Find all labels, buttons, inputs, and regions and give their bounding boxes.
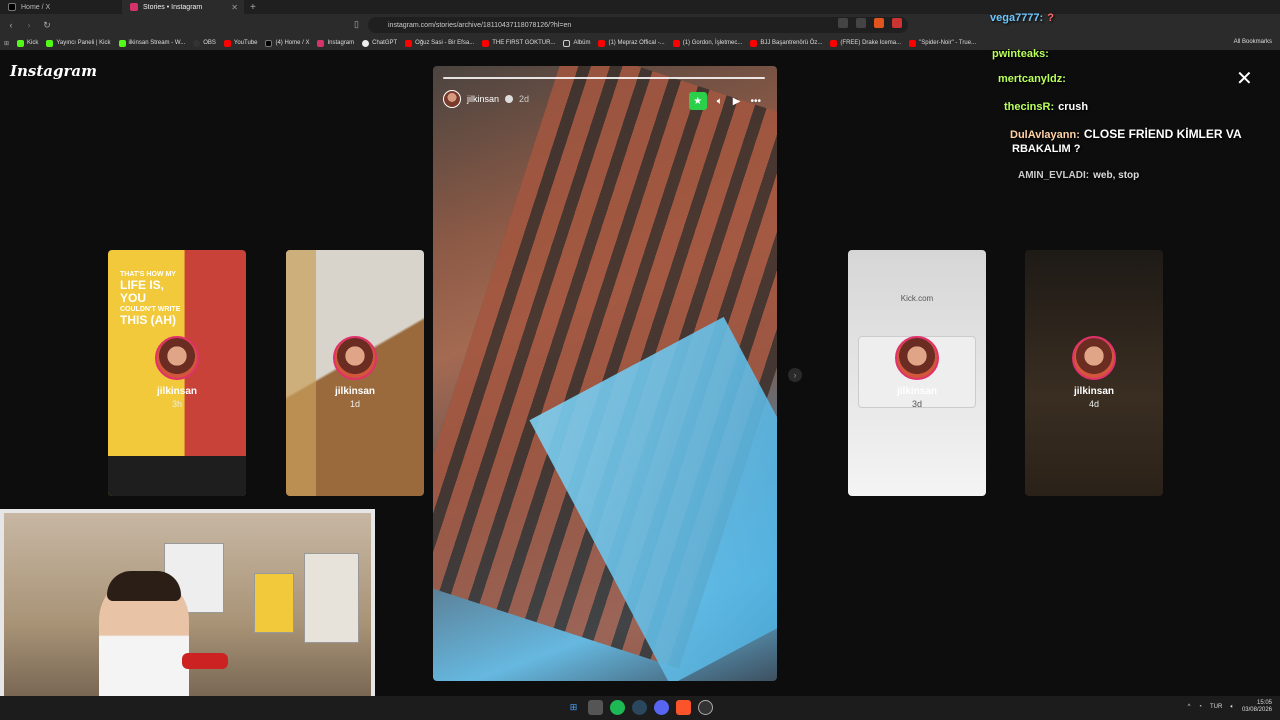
story-age: 1d	[349, 399, 360, 409]
story-username: jilkinsan	[156, 386, 197, 397]
bookmark-item[interactable]: ilkinsan Stream - W...	[118, 39, 185, 47]
instagram-icon	[130, 3, 138, 11]
next-story-button[interactable]: ›	[788, 368, 802, 382]
obs-icon[interactable]	[698, 700, 713, 715]
bookmark-item[interactable]: ChatGPT	[362, 39, 397, 47]
wifi-icon[interactable]: ◔	[1198, 704, 1202, 710]
avatar	[333, 336, 377, 380]
chat-message: AMIN_EVLADI: web, stop	[1018, 170, 1140, 181]
story-card[interactable]: Kick.com jilkinsan 3d	[848, 250, 986, 496]
tab-stories-instagram[interactable]: Stories • Instagram ✕	[122, 0, 244, 14]
bookmark-item[interactable]: Oğuz Sasi - Bir Efsa...	[405, 39, 474, 47]
language-indicator[interactable]: TUR	[1210, 704, 1222, 710]
volume-tray-icon[interactable]: 🔈︎	[1230, 704, 1234, 711]
story-overlay-text: Kick.com	[900, 294, 934, 303]
instagram-logo[interactable]: Instagram	[10, 62, 97, 80]
avatar	[895, 336, 939, 380]
microphone	[182, 653, 228, 669]
story-thumbnail-shelf	[108, 456, 246, 496]
taskbar-apps: ⊞	[566, 700, 713, 715]
cast-icon[interactable]	[856, 18, 866, 28]
stream-chat-overlay: vega7777:? pwinteaks: mertcanyldz: theci…	[984, 0, 1280, 195]
story-card[interactable]: jilkinsan 1d	[286, 250, 424, 496]
story-username[interactable]: jilkinsan	[467, 94, 499, 104]
chat-message-continued: RBAKALIM ?	[1012, 143, 1081, 155]
verified-badge-icon	[505, 95, 514, 103]
story-progress-bar	[443, 77, 765, 79]
avatar	[155, 336, 199, 380]
tab-label: Stories • Instagram	[143, 3, 203, 11]
extension-icons	[838, 18, 902, 28]
wall-poster	[254, 573, 294, 633]
windows-taskbar: ⊞ ^ ◔ TUR 🔈︎ 15:05 03/08/2026	[0, 696, 1280, 720]
reload-icon[interactable]: ↻	[40, 20, 54, 31]
story-header: jilkinsan 2d	[443, 90, 529, 108]
brave-browser-icon[interactable]	[676, 700, 691, 715]
story-controls: ★ 🔈︎ ▶ •••	[688, 92, 761, 110]
steam-icon[interactable]	[632, 700, 647, 715]
story-username: jilkinsan	[1073, 386, 1114, 397]
address-bar[interactable]: instagram.com/stories/archive/1811043711…	[368, 17, 908, 33]
x-icon	[8, 3, 16, 11]
bookmark-item[interactable]: "Spider-Noir" - True...	[909, 39, 976, 47]
wall-poster	[304, 553, 359, 643]
close-friends-star-icon: ★	[688, 92, 707, 110]
tab-home-x[interactable]: Home / X	[0, 0, 122, 14]
windows-start-icon[interactable]: ⊞	[566, 700, 581, 715]
chat-message: pwinteaks:	[992, 48, 1049, 60]
forward-icon[interactable]: ›	[22, 20, 36, 30]
story-age: 4d	[1088, 399, 1099, 409]
brave-rewards-icon[interactable]	[892, 18, 902, 28]
chat-message: thecinsR: crush	[1004, 101, 1089, 113]
story-card[interactable]: jilkinsan 4d	[1025, 250, 1163, 496]
bookmark-item[interactable]: (1) Gordon, İşletmec...	[672, 39, 742, 47]
bookmark-item[interactable]: (FREE) Drake Icema...	[830, 39, 901, 47]
story-age: 3d	[911, 399, 922, 409]
tray-chevron-icon[interactable]: ^	[1188, 704, 1191, 710]
clock[interactable]: 15:05 03/08/2026	[1242, 700, 1272, 714]
zoom-icon[interactable]	[838, 18, 848, 28]
bookmark-item[interactable]: Kick	[17, 39, 38, 47]
story-card[interactable]: THAT'S HOW MY LIFE IS, YOU COULDN'T WRIT…	[108, 250, 246, 496]
main-story-viewer[interactable]: jilkinsan 2d ★ 🔈︎ ▶ •••	[433, 66, 777, 681]
bookmark-item[interactable]: OBS	[193, 39, 216, 47]
close-tab-icon[interactable]: ✕	[231, 3, 238, 12]
avatar	[1072, 336, 1116, 380]
story-username: jilkinsan	[896, 386, 937, 397]
play-icon[interactable]: ▶	[733, 96, 741, 107]
bookmark-item[interactable]: (1) Mepraz Offical -...	[598, 39, 665, 47]
new-tab-button[interactable]: +	[244, 2, 262, 13]
story-username: jilkinsan	[334, 386, 375, 397]
streamer-hair	[107, 571, 181, 601]
story-time: 2d	[519, 94, 530, 104]
bookmark-item[interactable]: (4) Home / X	[265, 39, 309, 47]
bookmark-folder[interactable]: Albüm	[563, 39, 590, 47]
url-text: instagram.com/stories/archive/1811043711…	[388, 21, 572, 29]
back-icon[interactable]: ‹	[4, 20, 18, 30]
bookmark-item[interactable]: THE FIRST GOKTUR...	[482, 39, 555, 47]
more-options-icon[interactable]: •••	[750, 96, 761, 107]
webcam-overlay	[0, 509, 375, 720]
spotify-icon[interactable]	[610, 700, 625, 715]
chat-message: vega7777:?	[990, 12, 1054, 24]
story-age: 3h	[171, 399, 182, 409]
bookmark-icon[interactable]: ▯	[354, 19, 359, 30]
discord-icon[interactable]	[654, 700, 669, 715]
bookmark-item[interactable]: BJJ Başantrenörü Öz...	[750, 39, 822, 47]
apps-icon[interactable]: ⊞	[4, 40, 9, 47]
bookmark-item[interactable]: Instagram	[317, 39, 354, 47]
bookmark-item[interactable]: Yayıncı Paneli | Kick	[46, 39, 111, 47]
system-tray: ^ ◔ TUR 🔈︎ 15:05 03/08/2026	[1188, 700, 1272, 714]
story-thumbnail	[286, 250, 316, 496]
story-overlay-text: THAT'S HOW MY LIFE IS, YOU COULDN'T WRIT…	[120, 271, 181, 327]
tab-label: Home / X	[21, 3, 51, 11]
avatar[interactable]	[443, 90, 461, 108]
bookmark-item[interactable]: YouTube	[223, 39, 257, 47]
volume-icon[interactable]: 🔈︎	[717, 96, 723, 107]
chat-message: DulAvlayann: CLOSE FRİEND KİMLER VA	[1010, 127, 1242, 141]
brave-shield-icon[interactable]	[874, 18, 884, 28]
chat-message: mertcanyldz:	[998, 73, 1066, 85]
file-explorer-icon[interactable]	[588, 700, 603, 715]
